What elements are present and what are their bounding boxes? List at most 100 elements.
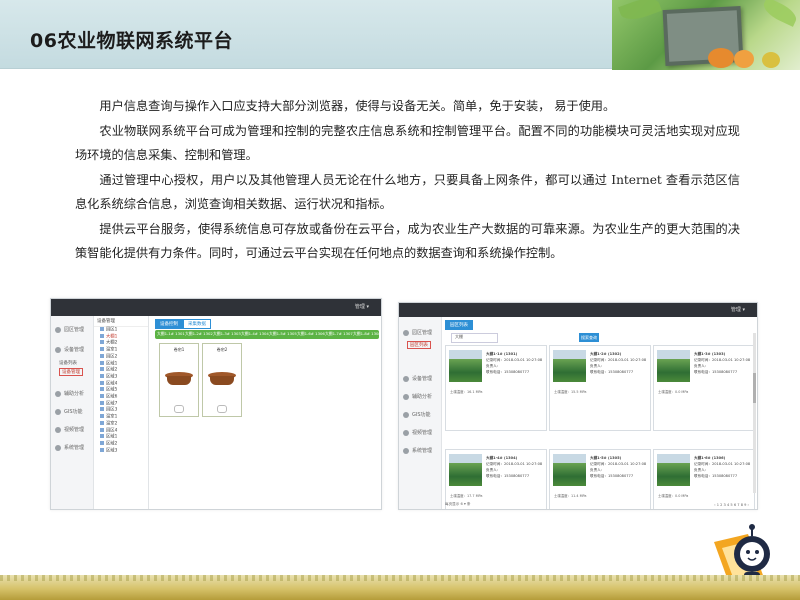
sidebar-item-analysis[interactable]: 辅助分析 [55,390,84,397]
card-reading: 土壤温度：0.0 MPa [658,494,689,498]
tree-item[interactable]: 区域7 [94,400,148,408]
device-toggle[interactable] [217,405,227,413]
card-name: 大棚1-3# (1303) [694,352,726,356]
card-reading: 土壤温度：16.1 MPa [450,390,483,394]
card-reading: 土壤温度：15.5 MPa [554,390,587,394]
sidebar-sub-park-list[interactable]: 园区列表 [407,341,431,349]
tree-item[interactable]: 区域2 [94,440,148,448]
card-name: 大棚1-6# (1306) [694,456,726,460]
sidebar-item-video[interactable]: 视频管理 [403,429,432,436]
greenhouse-photo [657,350,690,382]
greenhouse-tab[interactable]: 大棚1-1# 1301 [157,331,185,337]
tree-item[interactable]: 区域1 [94,360,148,368]
sidebar-item-gis[interactable]: GIS功能 [403,411,431,418]
leaf-shape [760,0,800,27]
folder-icon [100,407,104,412]
park-card[interactable]: 大棚1-5# (1305) 记录时间：2018-03-01 10:27:08 负责人… [549,449,651,509]
gear-icon [55,444,61,451]
card-reading: 土壤温度：0.0 MPa [658,390,689,394]
tree-item[interactable]: 园区1 [94,327,148,334]
tree-item[interactable]: 大棚1 [94,333,148,341]
park-card[interactable]: 大棚1-6# (1306) 记录时间：2018-03-01 10:27:08 负责人… [653,449,755,509]
card-phone: 联系电话：15308080777 [590,474,634,478]
card-time: 记录时间：2018-03-01 10:27:08 [486,358,543,362]
search-button[interactable]: 搜索查询 [579,333,599,342]
page-size-select[interactable]: 每页显示 6 ▾ 条 [445,502,471,507]
app-topbar: 管理 ▾ [399,303,757,317]
user-menu[interactable]: 管理 ▾ [731,306,745,313]
search-input[interactable]: 大棚 [451,333,498,343]
park-icon [55,326,61,333]
user-menu[interactable]: 管理 ▾ [355,303,369,310]
tree-item[interactable]: 温室2 [94,420,148,428]
tree-header: 设备管理 [94,316,148,327]
sidebar-item-system[interactable]: 系统管理 [55,444,84,451]
tab-collected-data[interactable]: 采集数据 [183,319,211,329]
tree-item[interactable]: 区域3 [94,447,148,455]
device-icon [403,375,409,382]
greenhouse-tab[interactable]: 大棚1-7# 1307 [325,331,353,337]
tab-park-list[interactable]: 园区列表 [445,320,473,330]
card-owner: 负责人： [486,468,501,472]
folder-icon [100,360,104,365]
slide-title: 06农业物联网系统平台 [30,30,233,52]
greenhouse-tab[interactable]: 大棚1-6# 1306 [297,331,325,337]
card-owner: 负责人： [486,364,501,368]
tree-item[interactable]: 区域5 [94,387,148,394]
device-card[interactable]: 卷帘1 [159,343,199,417]
park-card[interactable]: 大棚1-4# (1304) 记录时间：2018-03-01 10:27:08 负责人… [445,449,547,509]
greenhouse-photo [553,350,586,382]
app-sidebar: 园区管理 园区列表 设备管理 辅助分析 GIS功能 视频管理 系统管理 [399,317,442,509]
sidebar-sub-device-manage[interactable]: 设备管理 [59,368,83,376]
card-phone: 联系电话：15308080777 [694,370,738,374]
greenhouse-tab[interactable]: 大棚1-3# 1303 [213,331,241,337]
device-tree: 设备管理 园区1 大棚1 大棚2 温室1 园区2 区域1 区域2 区域3 区域4 区域5 区域6 区域… [94,316,149,509]
tree-item[interactable]: 温室1 [94,414,148,421]
tree-item[interactable]: 园区3 [94,407,148,414]
sidebar-item-video[interactable]: 视频管理 [55,426,84,433]
sidebar-item-park[interactable]: 园区管理 [55,326,84,333]
tree-item[interactable]: 大棚2 [94,340,148,347]
map-icon [403,411,409,418]
greenhouse-tab[interactable]: 大棚1-8# 1308 [353,331,381,337]
park-card[interactable]: 大棚1-1# (1301) 记录时间：2018-03-01 10:27:08 负责人… [445,345,547,431]
card-name: 大棚1-4# (1304) [486,456,518,460]
device-card[interactable]: 卷帘2 [202,343,242,417]
folder-icon [100,420,104,425]
greenhouse-photo [449,454,482,486]
paragraph: 用户信息查询与操作入口应支持大部分浏览器，使得与设备无关。简单，免于安装， 易于… [99,99,616,113]
tree-item[interactable]: 区域1 [94,434,148,441]
park-card[interactable]: 大棚1-3# (1303) 记录时间：2018-03-01 10:27:08 负责人… [653,345,755,431]
sidebar-item-system[interactable]: 系统管理 [403,447,432,454]
sidebar-item-device[interactable]: 设备管理 [403,375,432,382]
park-card[interactable]: 大棚1-2# (1302) 记录时间：2018-03-01 10:27:08 负责人… [549,345,651,431]
tree-item[interactable]: 园区4 [94,427,148,435]
park-icon [403,329,409,336]
sidebar-sub-device-list[interactable]: 设备列表 [59,360,77,366]
scrollbar[interactable] [753,333,756,493]
greenhouse-strip: 大棚1-1# 1301 大棚1-2# 1302 大棚1-3# 1303 大棚1-4# … [155,330,381,339]
tree-item[interactable]: 区域2 [94,367,148,374]
pumpkin-shape [762,52,780,68]
device-toggle[interactable] [174,405,184,413]
greenhouse-tab[interactable]: 大棚1-2# 1302 [185,331,213,337]
video-icon [403,429,409,436]
tab-device-control[interactable]: 设备控制 [155,319,183,329]
sidebar-item-device[interactable]: 设备管理 [55,346,84,353]
greenhouse-tab[interactable]: 大棚1-5# 1305 [269,331,297,337]
tree-item[interactable]: 区域3 [94,373,148,381]
sidebar-item-analysis[interactable]: 辅助分析 [403,393,432,400]
paragraph: 提供云平台服务，使得系统信息可存放或备份在云平台，成为农业生产大数据的可靠来源。… [75,221,740,261]
tree-item[interactable]: 园区2 [94,353,148,361]
device-name: 卷帘2 [216,347,228,352]
sidebar-item-park[interactable]: 园区管理 [403,329,432,336]
tree-item[interactable]: 区域4 [94,380,148,388]
pumpkin-shape [708,48,734,68]
tree-item[interactable]: 区域6 [94,394,148,401]
tree-item[interactable]: 温室1 [94,347,148,354]
sidebar-item-gis[interactable]: GIS功能 [55,408,83,415]
body-text: 用户信息查询与操作入口应支持大部分浏览器，使得与设备无关。简单，免于安装， 易于… [75,94,740,266]
pagination[interactable]: ‹ 1 2 3 4 5 6 7 8 9 › [714,503,749,507]
greenhouse-tab[interactable]: 大棚1-4# 1304 [241,331,269,337]
device-name: 卷帘1 [173,347,185,352]
